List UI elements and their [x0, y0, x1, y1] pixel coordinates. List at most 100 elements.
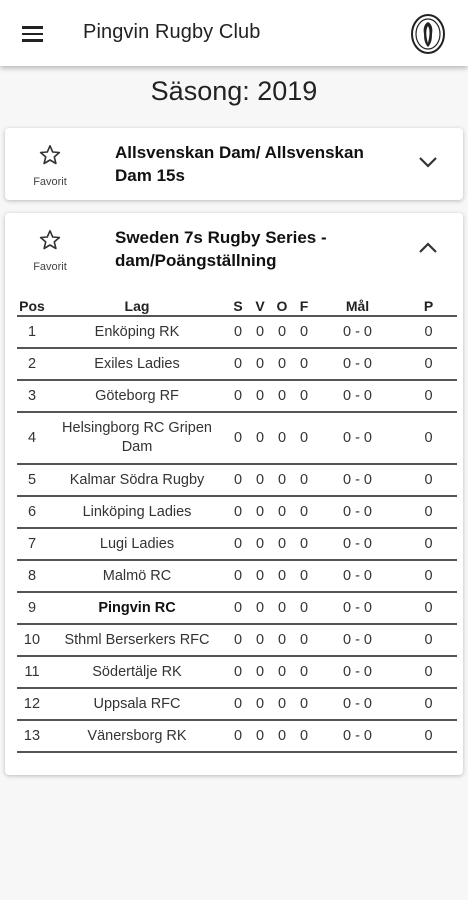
cell-team: Kalmar Södra Rugby	[47, 464, 227, 497]
cell-v: 0	[249, 560, 271, 593]
favorite-toggle[interactable]: Favorit	[25, 143, 75, 188]
star-outline-icon	[39, 230, 61, 250]
header-pos: Pos	[17, 296, 47, 317]
header-goals: Mål	[315, 296, 400, 317]
table-row: 3 Göteborg RF 0 0 0 0 0 - 0 0	[17, 380, 457, 413]
cell-v: 0	[249, 656, 271, 689]
favorite-label: Favorit	[33, 176, 67, 188]
cell-points: 0	[400, 316, 457, 349]
cell-v: 0	[249, 316, 271, 349]
table-row: 5 Kalmar Södra Rugby 0 0 0 0 0 - 0 0	[17, 464, 457, 497]
cell-v: 0	[249, 380, 271, 413]
cell-goals: 0 - 0	[315, 720, 400, 753]
cell-pos: 3	[17, 380, 47, 413]
cell-team: Södertälje RK	[47, 656, 227, 689]
cell-f: 0	[293, 720, 315, 753]
header-f: F	[293, 296, 315, 317]
cell-o: 0	[271, 316, 293, 349]
cell-f: 0	[293, 380, 315, 413]
cell-f: 0	[293, 412, 315, 465]
cell-points: 0	[400, 592, 457, 625]
cell-pos: 13	[17, 720, 47, 753]
header-team: Lag	[47, 296, 227, 317]
table-row-highlighted: 9 Pingvin RC 0 0 0 0 0 - 0 0	[17, 592, 457, 625]
cell-goals: 0 - 0	[315, 380, 400, 413]
table-row: 4 Helsingborg RC Gripen Dam 0 0 0 0 0 - …	[17, 412, 457, 465]
cell-s: 0	[227, 348, 249, 381]
cell-v: 0	[249, 688, 271, 721]
cell-s: 0	[227, 624, 249, 657]
cell-f: 0	[293, 316, 315, 349]
cell-o: 0	[271, 624, 293, 657]
table-row: 13 Vänersborg RK 0 0 0 0 0 - 0 0	[17, 720, 457, 753]
cell-s: 0	[227, 656, 249, 689]
cell-f: 0	[293, 656, 315, 689]
cell-pos: 6	[17, 496, 47, 529]
competition-card[interactable]: Favorit Allsvenskan Dam/ Allsvenskan Dam…	[5, 128, 463, 200]
cell-team: Lugi Ladies	[47, 528, 227, 561]
table-row: 1 Enköping RK 0 0 0 0 0 - 0 0	[17, 316, 457, 349]
cell-pos: 7	[17, 528, 47, 561]
cell-o: 0	[271, 592, 293, 625]
cell-o: 0	[271, 560, 293, 593]
cell-team: Vänersborg RK	[47, 720, 227, 753]
favorite-toggle[interactable]: Favorit	[25, 228, 75, 273]
cell-points: 0	[400, 380, 457, 413]
cell-goals: 0 - 0	[315, 656, 400, 689]
cell-f: 0	[293, 348, 315, 381]
cell-points: 0	[400, 464, 457, 497]
header-points: P	[400, 296, 457, 317]
cell-points: 0	[400, 496, 457, 529]
cell-f: 0	[293, 688, 315, 721]
competition-card-expanded: Favorit Sweden 7s Rugby Series - dam/Poä…	[5, 213, 463, 775]
cell-f: 0	[293, 496, 315, 529]
app-bar: Pingvin Rugby Club	[0, 0, 468, 66]
cell-pos: 9	[17, 592, 47, 625]
cell-s: 0	[227, 464, 249, 497]
cell-points: 0	[400, 624, 457, 657]
table-header-row: Pos Lag S V O F Mål P	[17, 296, 457, 317]
cell-goals: 0 - 0	[315, 528, 400, 561]
cell-goals: 0 - 0	[315, 316, 400, 349]
cell-v: 0	[249, 720, 271, 753]
cell-pos: 5	[17, 464, 47, 497]
cell-pos: 10	[17, 624, 47, 657]
cell-v: 0	[249, 464, 271, 497]
cell-f: 0	[293, 528, 315, 561]
cell-o: 0	[271, 380, 293, 413]
table-row: 7 Lugi Ladies 0 0 0 0 0 - 0 0	[17, 528, 457, 561]
cell-v: 0	[249, 528, 271, 561]
cell-s: 0	[227, 528, 249, 561]
star-outline-icon	[39, 145, 61, 165]
cell-pos: 11	[17, 656, 47, 689]
chevron-down-icon[interactable]	[418, 155, 438, 169]
cell-o: 0	[271, 656, 293, 689]
cell-s: 0	[227, 412, 249, 465]
competition-name[interactable]: Sweden 7s Rugby Series - dam/Poängställn…	[115, 226, 385, 272]
table-row: 2 Exiles Ladies 0 0 0 0 0 - 0 0	[17, 348, 457, 381]
table-row: 12 Uppsala RFC 0 0 0 0 0 - 0 0	[17, 688, 457, 721]
cell-o: 0	[271, 412, 293, 465]
cell-pos: 12	[17, 688, 47, 721]
table-row: 10 Sthml Berserkers RFC 0 0 0 0 0 - 0 0	[17, 624, 457, 657]
table-row: 6 Linköping Ladies 0 0 0 0 0 - 0 0	[17, 496, 457, 529]
cell-points: 0	[400, 560, 457, 593]
chevron-up-icon[interactable]	[418, 241, 438, 255]
cell-goals: 0 - 0	[315, 464, 400, 497]
competition-name[interactable]: Allsvenskan Dam/ Allsvenskan Dam 15s	[115, 141, 385, 187]
cell-s: 0	[227, 720, 249, 753]
cell-s: 0	[227, 560, 249, 593]
standings-table: Pos Lag S V O F Mål P 1 Enköping RK 0 0 …	[17, 296, 457, 753]
cell-points: 0	[400, 720, 457, 753]
cell-v: 0	[249, 624, 271, 657]
cell-team: Linköping Ladies	[47, 496, 227, 529]
cell-goals: 0 - 0	[315, 496, 400, 529]
hamburger-menu-icon[interactable]	[12, 17, 52, 51]
cell-team: Sthml Berserkers RFC	[47, 624, 227, 657]
cell-v: 0	[249, 412, 271, 465]
cell-o: 0	[271, 464, 293, 497]
cell-points: 0	[400, 688, 457, 721]
cell-team: Uppsala RFC	[47, 688, 227, 721]
cell-o: 0	[271, 496, 293, 529]
cell-points: 0	[400, 528, 457, 561]
